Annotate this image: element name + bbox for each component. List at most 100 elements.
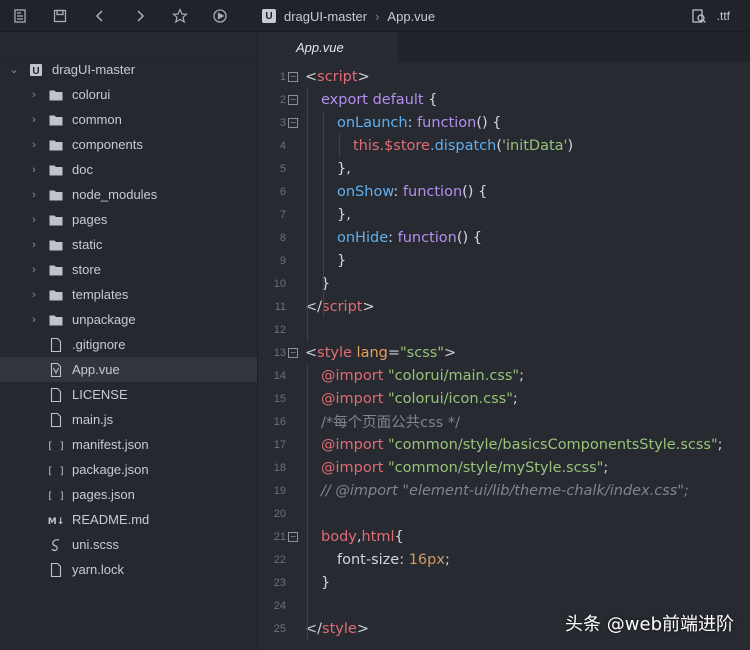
chevron-right-icon[interactable]: › (28, 289, 40, 301)
indent-guide (323, 111, 324, 318)
file-icon (48, 387, 64, 403)
tree-item-label: components (72, 137, 143, 152)
tab-app-vue[interactable]: App.vue (258, 32, 398, 62)
code-line: 21 − body,html{ (258, 525, 750, 548)
preview-icon[interactable] (691, 8, 707, 24)
code-line: 5 }, (279, 160, 351, 177)
code-area[interactable]: 1 − < script > 2 − export default { 3 − on… (258, 65, 750, 640)
json-file-icon: [ ] (48, 462, 64, 478)
watermark: 头条 @web前端进阶 (565, 614, 734, 635)
file-icon (48, 337, 64, 353)
ext-label[interactable]: .ttf (717, 9, 730, 23)
tree-item-label: node_modules (72, 187, 158, 202)
tree-item[interactable]: [ ] package.json (0, 457, 257, 482)
tree-item-label: uni.scss (72, 537, 119, 552)
editor: App.vue 1 − < script > 2 − export default … (258, 32, 750, 650)
tree-item[interactable]: yarn.lock (0, 557, 257, 582)
tree-item-label: colorui (72, 87, 111, 102)
tree-item-label: pages.json (72, 487, 135, 502)
chevron-right-icon[interactable]: › (28, 189, 40, 201)
code-line: 19 // @import "element-ui/lib/theme-chal… (273, 482, 689, 499)
code-line: 10 } (273, 275, 331, 292)
folder-icon (48, 162, 64, 178)
svg-text:[ ]: [ ] (48, 466, 64, 477)
chevron-right-icon[interactable]: › (28, 114, 40, 126)
code-line: 13 − < style lang = "scss" > (258, 341, 750, 364)
tree-item-label: unpackage (72, 312, 136, 327)
tree-item[interactable]: .gitignore (0, 332, 257, 357)
project-icon: U (262, 9, 276, 23)
file-icon (48, 562, 64, 578)
code-line: 2 − export default { (258, 88, 750, 111)
code-line: 14 @import "colorui/main.css"; (273, 367, 524, 384)
folder-icon (48, 137, 64, 153)
tree-root[interactable]: ⌄ U dragUI-master (0, 57, 257, 82)
scss-file-icon (48, 537, 64, 553)
tree-item[interactable]: [ ] pages.json (0, 482, 257, 507)
file-tree: › colorui › common › components › doc › node_modu… (0, 82, 257, 582)
folder-icon (48, 112, 64, 128)
tree-item[interactable]: App.vue (0, 357, 257, 382)
markdown-file-icon: M↓ (48, 512, 64, 528)
folder-icon (48, 212, 64, 228)
fold-icon[interactable]: − (286, 88, 300, 111)
code-line: 9 } (279, 252, 347, 269)
fold-icon[interactable]: − (286, 65, 300, 88)
tree-item[interactable]: › unpackage (0, 307, 257, 332)
chevron-right-icon[interactable]: › (28, 239, 40, 251)
fold-icon[interactable]: − (286, 341, 300, 364)
save-icon[interactable] (40, 0, 80, 32)
folder-icon (48, 187, 64, 203)
folder-icon (48, 287, 64, 303)
svg-text:U: U (32, 66, 39, 77)
breadcrumb: U dragUI-master › App.vue (262, 0, 435, 32)
svg-text:[ ]: [ ] (48, 491, 64, 502)
fold-icon[interactable]: − (286, 525, 300, 548)
tree-item[interactable]: › pages (0, 207, 257, 232)
tree-item-label: manifest.json (72, 437, 149, 452)
forward-icon[interactable] (120, 0, 160, 32)
code-line: 1 − < script > (258, 65, 750, 88)
chevron-down-icon[interactable]: ⌄ (8, 64, 20, 76)
code-line: 17 @import "common/style/basicsComponent… (273, 436, 723, 453)
code-line: 4 this.$store.dispatch('initData') (279, 137, 574, 154)
chevron-right-icon[interactable]: › (28, 139, 40, 151)
folder-icon (48, 237, 64, 253)
tree-item[interactable]: › store (0, 257, 257, 282)
tree-item[interactable]: › colorui (0, 82, 257, 107)
star-icon[interactable] (160, 0, 200, 32)
breadcrumb-file[interactable]: App.vue (387, 9, 435, 24)
tree-item[interactable]: › static (0, 232, 257, 257)
tree-item-label: pages (72, 212, 108, 227)
fold-icon[interactable]: − (286, 111, 300, 134)
run-icon[interactable] (200, 0, 240, 32)
chevron-right-icon[interactable]: › (28, 164, 40, 176)
back-icon[interactable] (80, 0, 120, 32)
tree-item[interactable]: › doc (0, 157, 257, 182)
tree-item-label: LICENSE (72, 387, 128, 402)
file-icon (48, 412, 64, 428)
tree-item[interactable]: main.js (0, 407, 257, 432)
tree-item[interactable]: uni.scss (0, 532, 257, 557)
project-icon: U (28, 62, 44, 78)
right-tools: .ttf (691, 0, 730, 32)
tree-item[interactable]: LICENSE (0, 382, 257, 407)
tree-item[interactable]: [ ] manifest.json (0, 432, 257, 457)
tree-item[interactable]: › components (0, 132, 257, 157)
tree-item[interactable]: › common (0, 107, 257, 132)
tree-item[interactable]: M↓ README.md (0, 507, 257, 532)
tree-item-label: App.vue (72, 362, 120, 377)
breadcrumb-project[interactable]: dragUI-master (284, 9, 367, 24)
tree-item[interactable]: › templates (0, 282, 257, 307)
code-line: 7 }, (279, 206, 351, 223)
tree-item[interactable]: › node_modules (0, 182, 257, 207)
code-line: 18 @import "common/style/myStyle.scss"; (273, 459, 609, 476)
tree-item-label: .gitignore (72, 337, 126, 352)
new-file-icon[interactable] (0, 0, 40, 32)
chevron-right-icon[interactable]: › (28, 214, 40, 226)
code-line: 20 (273, 507, 286, 520)
chevron-right-icon[interactable]: › (28, 314, 40, 326)
svg-text:M↓: M↓ (48, 517, 64, 527)
chevron-right-icon[interactable]: › (28, 264, 40, 276)
chevron-right-icon[interactable]: › (28, 89, 40, 101)
